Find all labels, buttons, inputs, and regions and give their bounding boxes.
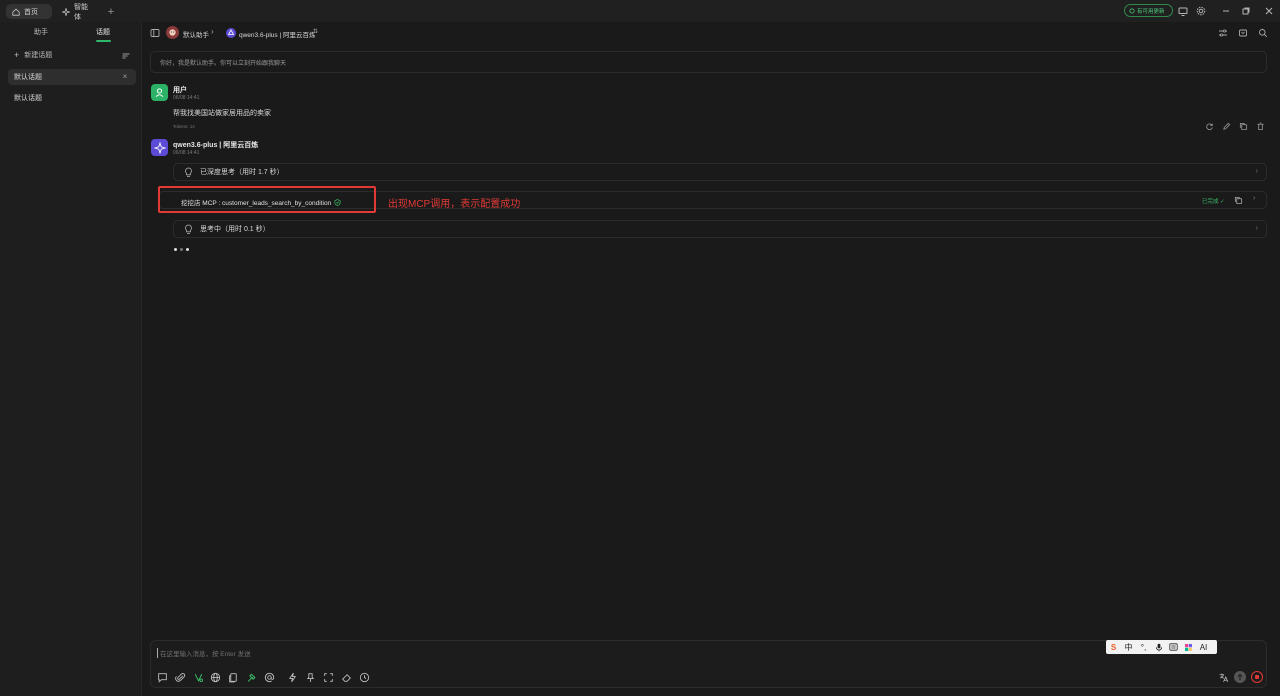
update-available-badge[interactable]: 有可用更新 — [1124, 4, 1173, 17]
restore-window-icon[interactable] — [1240, 5, 1252, 17]
home-icon — [12, 8, 20, 16]
chevron-right-icon[interactable]: › — [1253, 195, 1255, 202]
pin-icon[interactable] — [305, 672, 316, 683]
chevron-right-icon: › — [1255, 225, 1258, 232]
mcp-status-label: 已完成 — [1202, 199, 1219, 205]
search-icon[interactable] — [1258, 28, 1268, 38]
thinking-label: 思考中（用时 0.1 秒） — [200, 226, 270, 233]
clock-history-icon[interactable] — [359, 672, 370, 683]
sidebar-tab-assistants[interactable]: 助手 — [34, 27, 48, 37]
refresh-icon — [1129, 7, 1135, 14]
model-avatar — [151, 139, 168, 156]
sort-icon[interactable] — [121, 51, 131, 61]
close-icon[interactable]: × — [120, 72, 130, 82]
mention-at-icon[interactable] — [264, 672, 275, 683]
ime-logo-icon[interactable]: S — [1106, 640, 1121, 654]
tab-agents-label: 智能体 — [74, 3, 88, 21]
deep-think-icon[interactable] — [193, 672, 204, 683]
sidebar-toggle-icon[interactable] — [150, 28, 160, 38]
stop-generation-button[interactable] — [1251, 671, 1263, 683]
loading-dot — [174, 248, 177, 251]
message-input-box[interactable] — [150, 640, 1267, 688]
prompt-text: 你好，我是默认助手。你可以立刻开始跟我聊天 — [160, 60, 287, 67]
annotation-text: 出现MCP调用，表示配置成功 — [388, 199, 521, 210]
topic-item[interactable]: 默认话题 — [8, 69, 136, 85]
skin-icon[interactable] — [1181, 640, 1196, 654]
topic-label: 默认话题 — [14, 95, 42, 102]
delete-trash-icon[interactable] — [1256, 122, 1265, 131]
edit-pencil-icon[interactable] — [1222, 122, 1231, 131]
fullscreen-icon[interactable] — [323, 672, 334, 683]
user-message-text: 帮我找美国站做家居用品的卖家 — [173, 110, 271, 117]
user-name: 用户 — [173, 87, 187, 94]
new-topic-label: 新建话题 — [24, 52, 53, 59]
regenerate-icon[interactable] — [1205, 122, 1214, 131]
tab-home-label: 首页 — [24, 8, 38, 16]
send-button[interactable] — [1234, 671, 1246, 683]
user-message-time: 06/08 14:41 — [173, 95, 200, 101]
copy-icon[interactable] — [1239, 122, 1248, 131]
token-count: Tokens: 14 — [173, 124, 195, 129]
attachment-icon[interactable] — [175, 672, 186, 683]
assistant-prompt: 你好，我是默认助手。你可以立刻开始跟我聊天 — [150, 51, 1267, 73]
assistant-message-time: 06/08 14:41 — [173, 150, 200, 156]
annotation-highlight-box — [158, 186, 376, 213]
topic-label: 默认话题 — [14, 74, 42, 81]
chevron-updown-icon[interactable]: ⇅ — [313, 28, 318, 35]
expand-icon[interactable] — [1238, 28, 1248, 38]
ime-punctuation[interactable]: °, — [1136, 640, 1151, 654]
thinking-block[interactable]: 已深度思考（用时 1.7 秒） › — [173, 163, 1267, 181]
mcp-status-badge: 已完成 ✓ — [1202, 199, 1225, 205]
update-label: 有可用更新 — [1137, 8, 1165, 15]
assistant-model-name: qwen3.6-plus | 阿里云百炼 — [173, 142, 259, 149]
mic-icon[interactable] — [1151, 640, 1166, 654]
quick-phrase-lightning-icon[interactable] — [287, 672, 298, 683]
close-window-icon[interactable] — [1263, 5, 1275, 17]
web-search-globe-icon[interactable] — [210, 672, 221, 683]
ime-chinese-mode[interactable]: 中 — [1121, 640, 1136, 654]
loading-indicator — [174, 248, 189, 251]
new-topic-button[interactable]: + 新建话题 — [14, 50, 52, 60]
keyboard-icon[interactable] — [1166, 640, 1181, 654]
lightbulb-icon — [184, 167, 193, 178]
sidebar: 助手 话题 + 新建话题 默认话题 × 默认话题 — [0, 22, 142, 696]
model-logo-icon — [226, 28, 236, 38]
loading-dot — [180, 248, 183, 251]
minimize-icon[interactable] — [1220, 5, 1232, 17]
title-bar: 首页 智能体 + 有可用更新 — [0, 0, 1280, 22]
message-input[interactable]: 在这里输入消息，按 Enter 发送 — [157, 648, 251, 658]
assistant-avatar[interactable] — [166, 26, 179, 39]
chevron-right-icon: › — [1255, 168, 1258, 175]
stop-icon — [1255, 675, 1259, 679]
translate-icon[interactable] — [1218, 672, 1229, 683]
sparkle-icon — [62, 7, 70, 16]
loading-dot — [186, 248, 189, 251]
knowledge-base-icon[interactable] — [228, 672, 239, 683]
settings-gear-icon[interactable] — [1195, 5, 1207, 17]
copy-icon[interactable] — [1234, 196, 1243, 205]
thinking-block[interactable]: 思考中（用时 0.1 秒） › — [173, 220, 1267, 238]
monitor-icon[interactable] — [1177, 5, 1189, 17]
tab-home[interactable]: 首页 — [6, 4, 52, 19]
lightbulb-icon — [184, 224, 193, 235]
plus-icon: + — [14, 50, 20, 60]
ime-toolbar: S 中 °, AI — [1106, 640, 1217, 654]
model-selector[interactable]: qwen3.6-plus | 阿里云百炼 — [239, 29, 315, 39]
assistant-name[interactable]: 默认助手 — [183, 29, 209, 39]
sliders-icon[interactable] — [1218, 28, 1228, 38]
new-topic-icon[interactable] — [157, 672, 168, 683]
chevron-right-icon: › — [211, 27, 214, 36]
active-tab-indicator — [96, 40, 111, 42]
add-tab-button[interactable]: + — [104, 4, 118, 19]
mcp-tools-hammer-icon[interactable] — [246, 672, 257, 683]
ime-ai-assistant[interactable]: AI — [1196, 640, 1211, 654]
sidebar-tab-topics[interactable]: 话题 — [96, 27, 110, 37]
topic-item[interactable]: 默认话题 — [8, 90, 136, 106]
user-avatar — [151, 84, 168, 101]
clear-eraser-icon[interactable] — [341, 672, 352, 683]
tab-agents[interactable]: 智能体 — [56, 3, 96, 21]
thinking-label: 已深度思考（用时 1.7 秒） — [200, 169, 284, 176]
